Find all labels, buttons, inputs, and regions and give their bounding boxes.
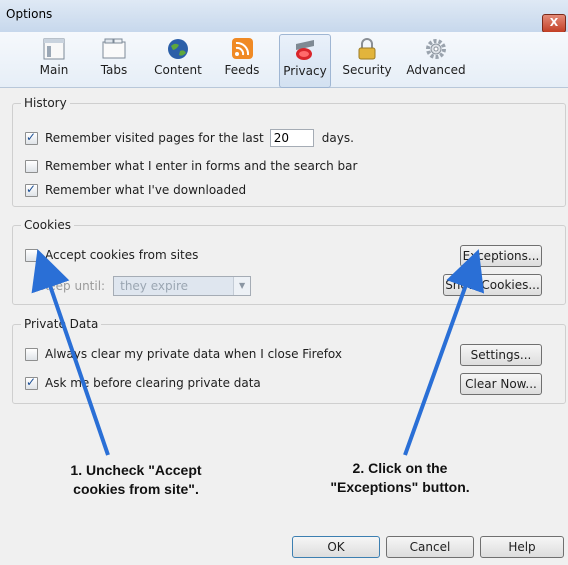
show-cookies-button[interactable]: Show Cookies... — [443, 274, 542, 296]
history-legend: History — [21, 96, 70, 110]
ask-before-checkbox[interactable] — [25, 375, 38, 390]
exceptions-button[interactable]: Exceptions... — [460, 245, 542, 267]
tabs-icon — [102, 38, 126, 59]
tab-main-label: Main — [39, 63, 69, 77]
title-bar: Options X — [0, 0, 568, 33]
privacy-mask-icon — [296, 40, 314, 60]
tab-content[interactable]: Content — [152, 34, 204, 86]
ask-before-label: Ask me before clearing private data — [45, 376, 261, 390]
cookies-group: Cookies Accept cookies from sites Keep u… — [12, 218, 566, 305]
annotation-step-2: 2. Click on the "Exceptions" button. — [300, 459, 500, 497]
keep-until-dropdown[interactable]: they expire ▼ — [113, 276, 252, 296]
keep-until-label: Keep until: — [41, 279, 106, 293]
tab-security[interactable]: Security — [340, 34, 394, 86]
history-group: History Remember visited pages for the l… — [12, 96, 566, 207]
gear-icon — [426, 39, 446, 59]
remember-downloads-row: Remember what I've downloaded — [25, 181, 246, 199]
tab-privacy[interactable]: Privacy — [279, 34, 331, 88]
remember-forms-row: Remember what I enter in forms and the s… — [25, 157, 357, 175]
annotation-step-2-line-1: 2. Click on the — [352, 460, 448, 476]
tab-security-label: Security — [342, 63, 392, 77]
tab-feeds-label: Feeds — [224, 63, 260, 77]
tab-privacy-label: Privacy — [283, 64, 327, 78]
remember-downloads-label: Remember what I've downloaded — [45, 183, 247, 197]
rss-feed-icon — [232, 38, 253, 59]
tab-tabs-label: Tabs — [100, 63, 128, 77]
globe-icon — [168, 39, 188, 59]
clear-now-button[interactable]: Clear Now... — [460, 373, 542, 395]
history-days-input[interactable] — [269, 129, 314, 147]
always-clear-row: Always clear my private data when I clos… — [25, 345, 342, 363]
annotation-step-2-line-2: "Exceptions" button. — [330, 479, 470, 495]
accept-cookies-label: Accept cookies from sites — [45, 248, 199, 262]
chevron-down-icon: ▼ — [233, 277, 251, 295]
remember-forms-checkbox[interactable] — [25, 159, 38, 173]
remember-forms-label: Remember what I enter in forms and the s… — [45, 159, 358, 173]
private-data-legend: Private Data — [21, 317, 102, 331]
tab-advanced-label: Advanced — [406, 63, 466, 77]
help-button[interactable]: Help — [480, 536, 564, 558]
remember-visited-checkbox[interactable] — [25, 130, 38, 145]
annotation-step-1-line-1: 1. Uncheck "Accept — [70, 462, 202, 478]
preferences-pane-bar: Main Tabs Content Feeds Privacy Security… — [0, 32, 568, 88]
remember-visited-row: Remember visited pages for the last days… — [25, 129, 354, 147]
remember-visited-label: Remember visited pages for the last — [45, 131, 264, 145]
tab-tabs[interactable]: Tabs — [96, 34, 132, 86]
annotation-step-1: 1. Uncheck "Accept cookies from site". — [36, 461, 236, 499]
keep-until-value: they expire — [120, 279, 188, 293]
private-data-group: Private Data Always clear my private dat… — [12, 317, 566, 404]
remember-downloads-checkbox[interactable] — [25, 182, 38, 197]
accept-cookies-row: Accept cookies from sites — [25, 246, 198, 264]
close-button[interactable]: X — [542, 14, 566, 33]
keep-until-row: Keep until: they expire ▼ — [41, 275, 252, 297]
tab-feeds[interactable]: Feeds — [222, 34, 262, 86]
main-window-icon — [43, 38, 65, 60]
always-clear-label: Always clear my private data when I clos… — [45, 347, 342, 361]
accept-cookies-checkbox[interactable] — [25, 248, 38, 262]
cookies-legend: Cookies — [21, 218, 74, 232]
days-label: days. — [321, 131, 354, 145]
annotation-step-1-line-2: cookies from site". — [73, 481, 199, 497]
always-clear-checkbox[interactable] — [25, 347, 38, 361]
tab-content-label: Content — [154, 63, 202, 77]
window-title: Options — [6, 7, 53, 21]
ok-button[interactable]: OK — [292, 536, 380, 558]
tab-advanced[interactable]: Advanced — [403, 34, 469, 86]
padlock-icon — [358, 38, 376, 60]
tab-main[interactable]: Main — [34, 34, 74, 86]
options-window: Options X Main Tabs Content Feeds Privac… — [0, 0, 568, 565]
cancel-button[interactable]: Cancel — [386, 536, 474, 558]
settings-button[interactable]: Settings... — [460, 344, 542, 366]
ask-before-row: Ask me before clearing private data — [25, 374, 261, 392]
